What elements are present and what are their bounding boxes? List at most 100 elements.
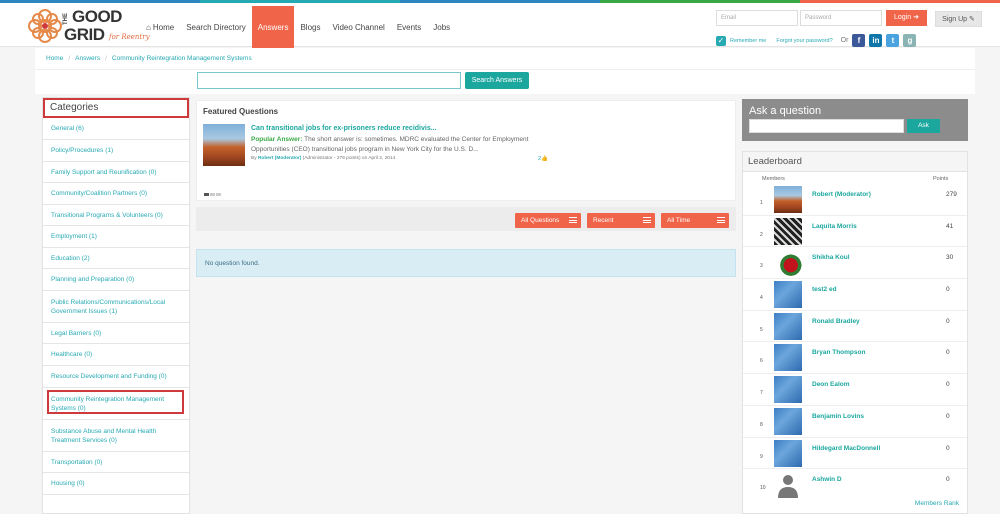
- carousel-dot[interactable]: [204, 193, 209, 196]
- email-input[interactable]: Email: [716, 10, 798, 26]
- carousel-dot[interactable]: [216, 193, 221, 196]
- login-form: Email Password Login ➜: [716, 10, 927, 26]
- google-icon[interactable]: g: [903, 34, 917, 47]
- members-rank-link[interactable]: Members Rank: [915, 500, 959, 507]
- member-points: 0: [946, 317, 950, 325]
- member-name-link[interactable]: test2 ed: [812, 286, 837, 293]
- member-name-link[interactable]: Shikha Koul: [812, 254, 850, 261]
- avatar[interactable]: [774, 249, 802, 277]
- nav-jobs[interactable]: Jobs: [427, 6, 456, 50]
- rank: 6: [760, 358, 763, 365]
- all-time-dropdown[interactable]: All Time: [661, 213, 729, 228]
- leaderboard-row: 6 Bryan Thompson 0: [743, 342, 967, 375]
- rank: 10: [760, 485, 766, 492]
- avatar[interactable]: [774, 471, 802, 499]
- default-user-icon: [778, 475, 798, 499]
- answers-search-input[interactable]: [197, 72, 461, 89]
- featured-question-link[interactable]: Can transitional jobs for ex-prisoners r…: [251, 125, 437, 132]
- category-item[interactable]: Policy/Procedures (1): [43, 140, 189, 162]
- category-item[interactable]: Legal Barriers (0): [43, 323, 189, 344]
- avatar[interactable]: [774, 407, 802, 435]
- ask-question-input[interactable]: [749, 119, 904, 133]
- member-name-link[interactable]: Ronald Bradley: [812, 318, 860, 325]
- rank: 2: [760, 231, 763, 238]
- member-name-link[interactable]: Bryan Thompson: [812, 349, 865, 356]
- avatar[interactable]: [774, 186, 802, 213]
- category-item[interactable]: Substance Abuse and Mental Health Treatm…: [43, 420, 189, 452]
- ask-title: Ask a question: [749, 105, 822, 117]
- breadcrumb-separator: /: [105, 55, 107, 62]
- member-name-link[interactable]: Laquita Morris: [812, 223, 857, 230]
- search-answers-button[interactable]: Search Answers: [465, 72, 529, 89]
- avatar[interactable]: [774, 376, 802, 404]
- meta-details: (Administrator - 279 points) on April 2,…: [302, 156, 396, 161]
- breadcrumb-answers[interactable]: Answers: [75, 55, 100, 62]
- featured-question-thumbnail[interactable]: [203, 124, 245, 166]
- thumbs-up-icon: 👍: [541, 156, 548, 162]
- avatar[interactable]: [774, 281, 802, 309]
- category-item-selected[interactable]: Community Reintegration Management Syste…: [43, 388, 189, 420]
- avatar[interactable]: [774, 344, 802, 372]
- nav-video-channel[interactable]: Video Channel: [326, 6, 390, 50]
- member-name-link[interactable]: Deon Ealom: [812, 381, 850, 388]
- nav-events[interactable]: Events: [391, 6, 427, 50]
- all-time-label: All Time: [667, 217, 691, 224]
- forgot-password-link[interactable]: Forgot your password?: [776, 38, 832, 44]
- rank: 3: [760, 263, 763, 270]
- twitter-icon[interactable]: t: [886, 34, 900, 47]
- avatar[interactable]: [774, 312, 802, 340]
- question-filter-bar: All Questions Recent All Time: [196, 207, 736, 231]
- featured-title: Featured Questions: [203, 107, 279, 116]
- featured-answer: Popular Answer: The short answer is: som…: [251, 135, 551, 155]
- categories-panel: Categories General (6) Policy/Procedures…: [42, 97, 190, 514]
- avatar[interactable]: [774, 439, 802, 467]
- category-item[interactable]: Education (2): [43, 248, 189, 269]
- password-input[interactable]: Password: [800, 10, 882, 26]
- carousel-dot[interactable]: [210, 193, 215, 196]
- category-item[interactable]: Resource Development and Funding (0): [43, 366, 189, 388]
- featured-meta: By Robert (Moderator) (Administrator - 2…: [251, 156, 395, 161]
- featured-author-link[interactable]: Robert (Moderator): [258, 156, 301, 161]
- site-header: THE GOOD GRID for Reentry ⌂ Home Search D…: [0, 3, 1000, 50]
- category-item[interactable]: Employment (1): [43, 226, 189, 248]
- category-item[interactable]: Transitional Programs & Volunteers (0): [43, 205, 189, 226]
- all-questions-dropdown[interactable]: All Questions: [515, 213, 581, 228]
- breadcrumb-home[interactable]: Home: [46, 55, 63, 62]
- category-item[interactable]: Public Relations/Communications/Local Go…: [43, 291, 189, 323]
- nav-home[interactable]: ⌂ Home: [140, 6, 180, 50]
- category-item[interactable]: General (6): [43, 118, 189, 140]
- nav-blogs[interactable]: Blogs: [294, 6, 326, 50]
- nav-search-directory[interactable]: Search Directory: [180, 6, 252, 50]
- category-item[interactable]: Community/Coalition Partners (0): [43, 183, 189, 205]
- category-item[interactable]: Housing (0): [43, 473, 189, 495]
- login-button[interactable]: Login ➜: [886, 10, 927, 26]
- nav-answers[interactable]: Answers: [251, 6, 295, 50]
- member-points: 0: [946, 412, 950, 420]
- category-item[interactable]: Family Support and Reunification (0): [43, 162, 189, 183]
- answer-count[interactable]: 2👍: [538, 156, 548, 162]
- carousel-dots: [204, 193, 221, 196]
- rank: 4: [760, 295, 763, 302]
- member-name-link[interactable]: Ashwin D: [812, 476, 842, 483]
- category-item[interactable]: Healthcare (0): [43, 344, 189, 366]
- ask-question-panel: Ask a question Ask: [742, 99, 968, 141]
- member-name-link[interactable]: Hildegard MacDonnell: [812, 445, 880, 452]
- featured-questions: Featured Questions Can transitional jobs…: [196, 100, 736, 201]
- remember-checkbox[interactable]: ✓: [716, 35, 726, 46]
- avatar[interactable]: [774, 217, 802, 245]
- leaderboard-row: 7 Deon Ealom 0: [743, 374, 967, 406]
- ask-button[interactable]: Ask: [907, 119, 940, 133]
- linkedin-icon[interactable]: in: [869, 34, 883, 47]
- leaderboard-row: 3 Shikha Koul 30: [743, 247, 967, 280]
- category-item[interactable]: Planning and Preparation (0): [43, 269, 189, 291]
- site-logo[interactable]: THE GOOD GRID for Reentry: [26, 7, 150, 47]
- flower-logo-icon: [28, 9, 62, 43]
- recent-dropdown[interactable]: Recent: [587, 213, 655, 228]
- signup-button[interactable]: Sign Up ✎: [935, 11, 982, 27]
- category-item[interactable]: Transportation (0): [43, 452, 189, 473]
- member-name-link[interactable]: Robert (Moderator): [812, 191, 871, 198]
- facebook-icon[interactable]: f: [852, 34, 866, 47]
- main-nav: ⌂ Home Search Directory Answers Blogs Vid…: [140, 6, 456, 50]
- member-name-link[interactable]: Benjamin Lovins: [812, 413, 864, 420]
- breadcrumb-current[interactable]: Community Reintegration Management Syste…: [112, 55, 252, 62]
